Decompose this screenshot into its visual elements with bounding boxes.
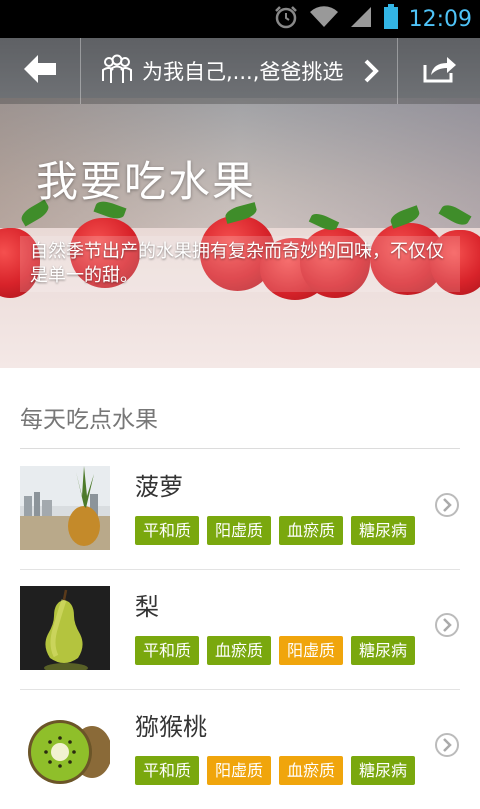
list-item-pear[interactable]: 梨 平和质 血瘀质 阳虚质 糖尿病 <box>20 569 460 689</box>
fruit-name: 菠萝 <box>135 473 183 501</box>
hero-banner: 为我自己,...,爸爸挑选 我要吃水果 自然季节出产的水果拥有复杂而奇妙的回味，… <box>0 38 480 368</box>
clock: 12:09 <box>408 6 472 32</box>
hero-title: 我要吃水果 <box>36 157 257 206</box>
back-arrow-icon <box>22 53 58 89</box>
fruit-name: 梨 <box>135 593 159 621</box>
wifi-icon <box>309 5 339 33</box>
tag: 血瘀质 <box>279 516 344 545</box>
tag: 平和质 <box>135 636 200 665</box>
tag-list: 平和质 血瘀质 阳虚质 糖尿病 <box>135 636 416 665</box>
tag: 血瘀质 <box>279 756 344 785</box>
share-button[interactable] <box>398 38 480 104</box>
tag: 平和质 <box>135 516 200 545</box>
chevron-right-circle-icon <box>434 492 460 522</box>
section-title: 每天吃点水果 <box>20 407 158 433</box>
tag: 阳虚质 <box>207 756 272 785</box>
list-item-pineapple[interactable]: 菠萝 平和质 阳虚质 血瘀质 糖尿病 <box>20 449 460 569</box>
battery-icon <box>383 4 399 34</box>
chevron-right-icon <box>363 58 379 88</box>
share-icon <box>421 53 457 89</box>
chevron-right-circle-icon <box>434 612 460 642</box>
tag: 阳虚质 <box>279 636 344 665</box>
fruit-name: 猕猴桃 <box>135 713 207 741</box>
tag: 糖尿病 <box>351 516 416 545</box>
tag-list: 平和质 阳虚质 血瘀质 糖尿病 <box>135 516 416 545</box>
people-icon <box>100 53 134 89</box>
kiwi-image <box>20 706 110 790</box>
top-navigation-bar: 为我自己,...,爸爸挑选 <box>0 38 480 104</box>
signal-icon <box>349 5 373 33</box>
selector-label: 为我自己,...,爸爸挑选 <box>142 60 344 84</box>
hero-description: 自然季节出产的水果拥有复杂而奇妙的回味，不仅仅是单一的甜。 <box>20 236 460 292</box>
back-button[interactable] <box>0 38 80 104</box>
alarm-icon <box>273 4 299 34</box>
list-item-kiwi[interactable]: 猕猴桃 平和质 阳虚质 血瘀质 糖尿病 <box>20 689 460 809</box>
tag: 糖尿病 <box>351 756 416 785</box>
pineapple-image <box>20 466 110 550</box>
tag: 平和质 <box>135 756 200 785</box>
family-member-selector[interactable]: 为我自己,...,爸爸挑选 <box>82 38 397 104</box>
tag: 血瘀质 <box>207 636 272 665</box>
tag: 阳虚质 <box>207 516 272 545</box>
status-bar: 12:09 <box>0 0 480 38</box>
tag: 糖尿病 <box>351 636 416 665</box>
tag-list: 平和质 阳虚质 血瘀质 糖尿病 <box>135 756 416 785</box>
pear-image <box>20 586 110 670</box>
chevron-right-circle-icon <box>434 732 460 762</box>
